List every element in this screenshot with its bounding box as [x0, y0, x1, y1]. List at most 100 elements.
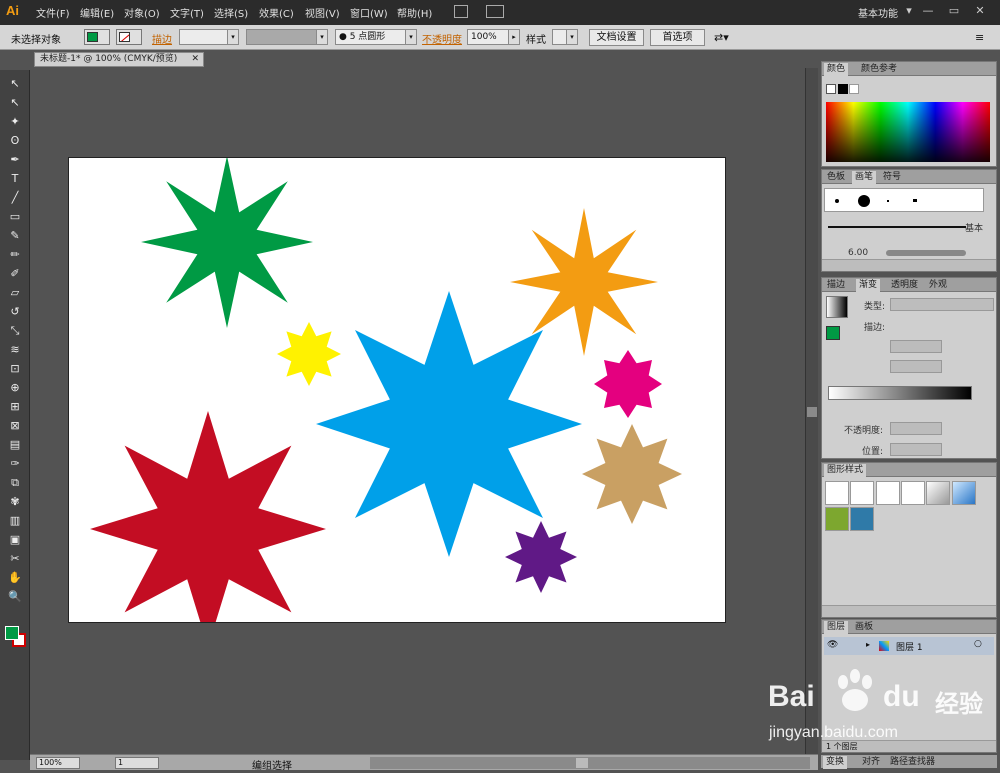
- graphic-style-white[interactable]: [876, 481, 900, 505]
- color-spectrum[interactable]: [826, 102, 990, 162]
- stroke-color-swatch[interactable]: [116, 29, 142, 45]
- direct-selection-tool[interactable]: ↖: [6, 95, 24, 111]
- graphic-style-glass[interactable]: [952, 481, 976, 505]
- zoom-tool[interactable]: 🔍: [6, 589, 24, 605]
- line-tool[interactable]: ╱: [6, 190, 24, 206]
- menu-select[interactable]: 选择(S): [214, 5, 248, 20]
- tab-stroke[interactable]: 描边: [824, 279, 848, 292]
- preferences-button[interactable]: 首选项: [650, 29, 705, 46]
- tab-artboards[interactable]: 画板: [852, 621, 876, 634]
- brush-definition[interactable]: ● 5 点圆形 ▾: [335, 29, 417, 45]
- opacity-label[interactable]: 不透明度: [422, 31, 462, 46]
- tab-color-guide[interactable]: 颜色参考: [858, 63, 900, 76]
- document-tab[interactable]: 未标题-1* @ 100% (CMYK/预览) ✕: [34, 52, 204, 67]
- graphic-style-outline[interactable]: [901, 481, 925, 505]
- type-tool[interactable]: T: [6, 171, 24, 187]
- tab-gradient[interactable]: 渐变: [856, 279, 881, 292]
- zoom-field[interactable]: 100%: [36, 757, 80, 769]
- tab-layers[interactable]: 图层: [824, 621, 849, 634]
- basic-brush-stroke[interactable]: [828, 226, 966, 228]
- symbol-sprayer-tool[interactable]: ✾: [6, 494, 24, 510]
- graphic-style-none-fill[interactable]: [850, 481, 874, 505]
- star-shape[interactable]: [582, 424, 682, 524]
- star-shape[interactable]: [316, 291, 582, 557]
- graphic-style-default[interactable]: [825, 481, 849, 505]
- fill-color-indicator[interactable]: [5, 626, 19, 640]
- gradient-preview[interactable]: [826, 296, 848, 318]
- layer-target-icon[interactable]: ○: [974, 639, 982, 649]
- free-transform-tool[interactable]: ⊡: [6, 361, 24, 377]
- menu-object[interactable]: 对象(O): [124, 5, 160, 20]
- magic-wand-tool[interactable]: ✦: [6, 114, 24, 130]
- workspace-switcher[interactable]: 基本功能: [858, 5, 898, 20]
- lasso-tool[interactable]: ʘ: [6, 133, 24, 149]
- menu-window[interactable]: 窗口(W): [350, 5, 388, 20]
- shape-builder-tool[interactable]: ⊕: [6, 380, 24, 396]
- star-shape[interactable]: [90, 411, 326, 623]
- layer-row[interactable]: 👁 ▸ 图层 1 ○: [824, 637, 994, 655]
- star-shape[interactable]: [277, 322, 341, 386]
- document-setup-button[interactable]: 文档设置: [589, 29, 644, 46]
- column-graph-tool[interactable]: ▥: [6, 513, 24, 529]
- black-swatch[interactable]: [838, 84, 848, 94]
- graphic-style-texture-blue[interactable]: [850, 507, 874, 531]
- vertical-scrollbar[interactable]: [805, 68, 818, 754]
- variable-width-profile[interactable]: ▾: [246, 29, 328, 45]
- tab-brushes[interactable]: 画笔: [852, 171, 877, 184]
- blend-tool[interactable]: ⧉: [6, 475, 24, 491]
- rotate-tool[interactable]: ↺: [6, 304, 24, 320]
- gradient-location-field[interactable]: [890, 443, 942, 456]
- stroke-weight-field[interactable]: ▾: [179, 29, 239, 45]
- gradient-tool[interactable]: ▤: [6, 437, 24, 453]
- fill-color-swatch[interactable]: [84, 29, 110, 45]
- tab-symbols[interactable]: 符号: [880, 171, 904, 184]
- blob-brush-tool[interactable]: ✐: [6, 266, 24, 282]
- none-swatch[interactable]: [826, 84, 836, 94]
- pencil-tool[interactable]: ✏: [6, 247, 24, 263]
- star-shape[interactable]: [594, 350, 662, 418]
- menu-effect[interactable]: 效果(C): [259, 5, 294, 20]
- arrange-icon[interactable]: ⇄▾: [714, 31, 729, 44]
- gradient-slider[interactable]: [828, 386, 972, 400]
- paintbrush-tool[interactable]: ✎: [6, 228, 24, 244]
- maximize-button[interactable]: ▭: [943, 3, 965, 19]
- close-button[interactable]: ✕: [969, 3, 991, 19]
- star-shape[interactable]: [510, 208, 658, 356]
- tab-color[interactable]: 颜色: [824, 63, 849, 76]
- tab-transparency[interactable]: 透明度: [888, 279, 921, 292]
- selection-tool[interactable]: ↖: [6, 76, 24, 92]
- opacity-field[interactable]: 100% ▸: [467, 29, 520, 45]
- menu-help[interactable]: 帮助(H): [397, 5, 432, 20]
- scale-tool[interactable]: ⤡: [6, 323, 24, 339]
- gradient-type-select[interactable]: [890, 298, 994, 311]
- horizontal-scroll-thumb[interactable]: [576, 758, 588, 768]
- close-tab-icon[interactable]: ✕: [191, 53, 199, 66]
- tab-graphic-styles[interactable]: 图形样式: [824, 464, 867, 477]
- style-swatch[interactable]: ▾: [552, 29, 578, 45]
- control-menu-icon[interactable]: ≡: [975, 31, 984, 44]
- mesh-tool[interactable]: ⊠: [6, 418, 24, 434]
- artboard-navigation-field[interactable]: 1: [115, 757, 159, 769]
- menu-view[interactable]: 视图(V): [305, 5, 340, 20]
- star-shape[interactable]: [505, 521, 577, 593]
- graphic-style-shadow[interactable]: [926, 481, 950, 505]
- tab-appearance[interactable]: 外观: [926, 279, 950, 292]
- pen-tool[interactable]: ✒: [6, 152, 24, 168]
- bridge-icon[interactable]: [454, 5, 468, 18]
- arrange-documents-icon[interactable]: [486, 5, 504, 18]
- white-swatch[interactable]: [849, 84, 859, 94]
- gradient-aspect-field[interactable]: [890, 360, 942, 373]
- visibility-eye-icon[interactable]: 👁: [827, 640, 838, 650]
- stroke-label[interactable]: 描边: [152, 31, 172, 46]
- menu-file[interactable]: 文件(F): [36, 5, 70, 20]
- menu-type[interactable]: 文字(T): [170, 5, 204, 20]
- perspective-grid-tool[interactable]: ⊞: [6, 399, 24, 415]
- vertical-scroll-thumb[interactable]: [807, 407, 817, 417]
- gradient-fill-swatch[interactable]: [826, 326, 840, 340]
- rectangle-tool[interactable]: ▭: [6, 209, 24, 225]
- warp-tool[interactable]: ≋: [6, 342, 24, 358]
- eraser-tool[interactable]: ▱: [6, 285, 24, 301]
- star-shape[interactable]: [141, 158, 313, 328]
- tab-swatches[interactable]: 色板: [824, 171, 848, 184]
- menu-edit[interactable]: 编辑(E): [80, 5, 114, 20]
